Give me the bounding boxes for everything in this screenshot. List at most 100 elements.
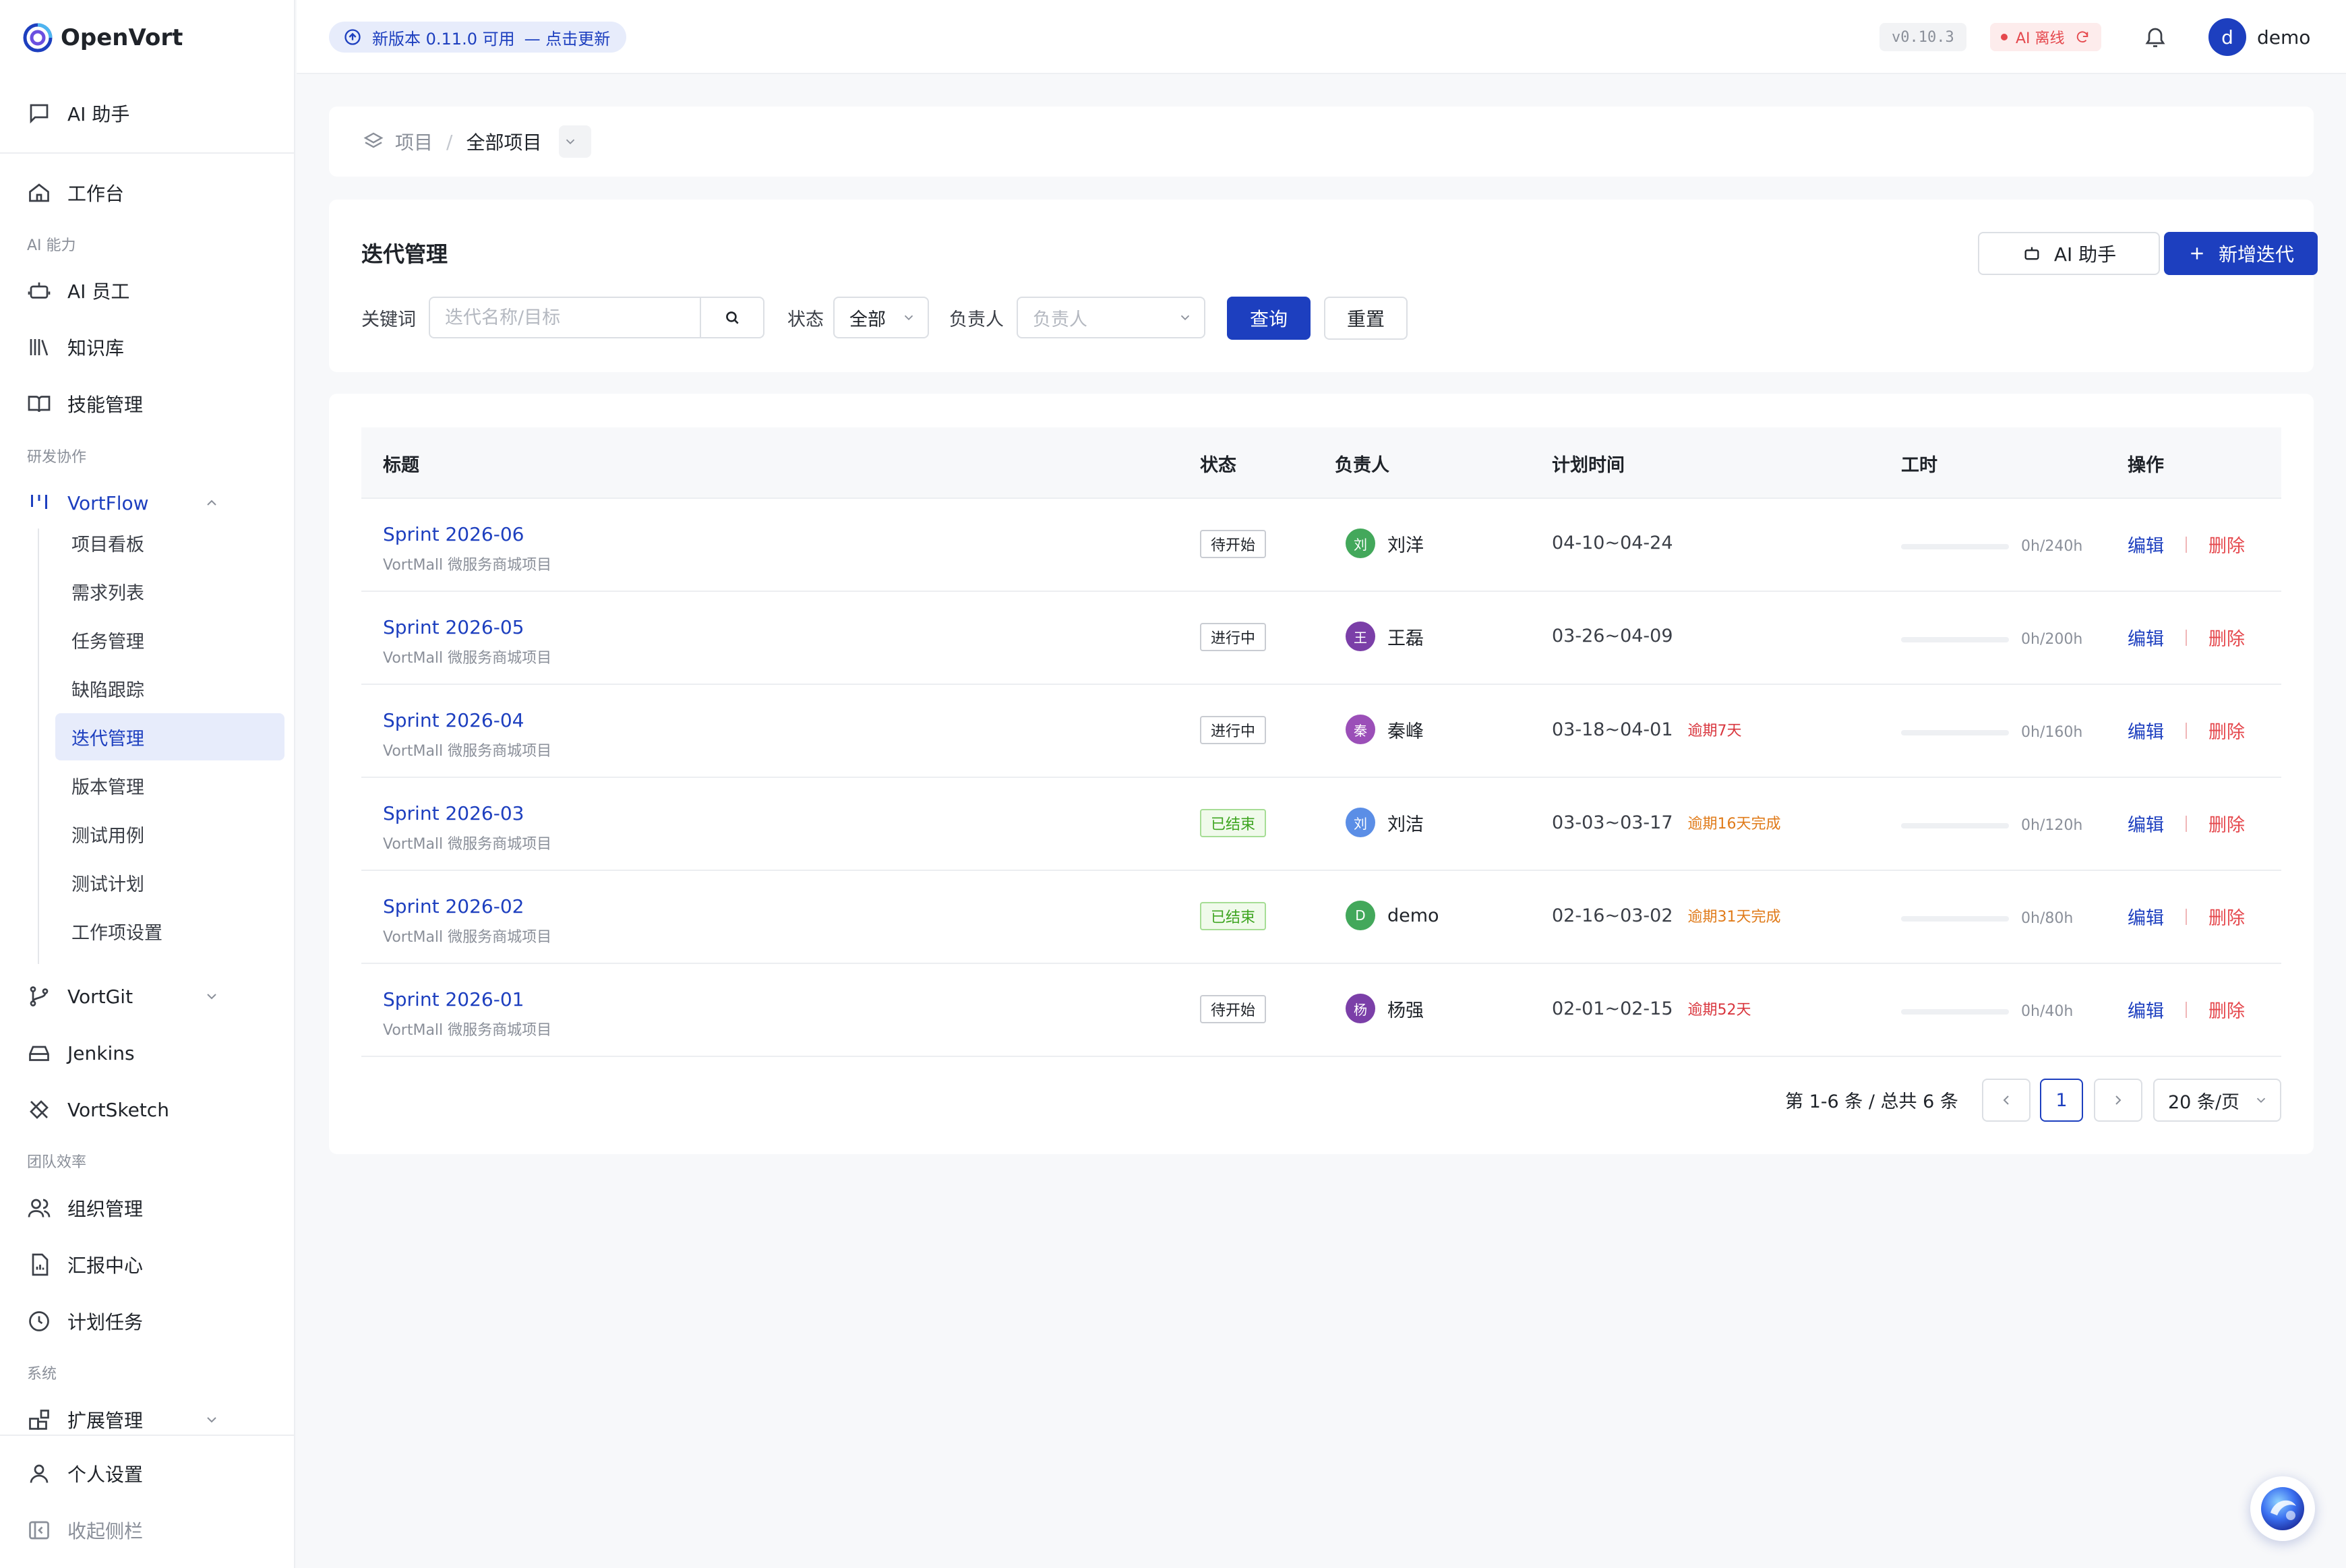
sidebar-subitem[interactable]: 迭代管理 <box>55 713 284 760</box>
sidebar-item-workbench[interactable]: 工作台 <box>26 175 275 210</box>
ai-assistant-button[interactable]: AI 助手 <box>1978 232 2160 275</box>
sidebar-collapse-button[interactable]: 收起侧栏 <box>26 1513 275 1548</box>
keyword-label: 关键词 <box>361 309 416 330</box>
app-logo[interactable]: OpenVort <box>23 20 183 55</box>
sidebar-item-extensions[interactable]: 扩展管理 <box>26 1402 275 1437</box>
sidebar-item-label: 技能管理 <box>67 394 144 416</box>
refresh-icon[interactable] <box>2074 29 2091 45</box>
sidebar-item-ai-assistant[interactable]: AI 助手 <box>26 96 275 131</box>
table-row: Sprint 2026-06 VortMall 微服务商城项目 待开始 刘刘洋 04-1… <box>361 499 2281 592</box>
book-open-icon <box>26 390 53 417</box>
table-row: Sprint 2026-04 VortMall 微服务商城项目 进行中 秦秦峰 03-1… <box>361 685 2281 778</box>
edit-button[interactable]: 编辑 <box>2128 717 2164 744</box>
page-button-current[interactable]: 1 <box>2040 1079 2083 1122</box>
sidebar-subitem[interactable]: 版本管理 <box>55 762 284 809</box>
sidebar-subitem[interactable]: 需求列表 <box>55 568 284 615</box>
add-iteration-button[interactable]: 新增迭代 <box>2164 232 2318 275</box>
floating-ai-button[interactable] <box>2250 1476 2315 1541</box>
sidebar-item-label: 组织管理 <box>67 1198 144 1220</box>
project-dropdown-button[interactable] <box>559 125 592 158</box>
server-icon <box>26 1039 53 1066</box>
delete-button[interactable]: 删除 <box>2208 996 2245 1023</box>
sidebar-subitem[interactable]: 任务管理 <box>55 616 284 663</box>
owner-name: 王磊 <box>1387 628 1424 649</box>
iteration-title-link[interactable]: Sprint 2026-04 <box>383 709 524 731</box>
delete-button[interactable]: 删除 <box>2208 531 2245 557</box>
sidebar-item-label: 知识库 <box>67 337 125 359</box>
hours-cell: 0h/80h <box>1901 910 2073 927</box>
ai-status-text: AI 离线 <box>2016 30 2065 47</box>
edit-button[interactable]: 编辑 <box>2128 996 2164 1023</box>
chevron-down-icon <box>1177 309 1193 326</box>
sidebar-subitem[interactable]: 缺陷跟踪 <box>55 665 284 712</box>
hours-cell: 0h/120h <box>1901 817 2082 834</box>
user-icon <box>26 1460 53 1487</box>
chevron-down-icon[interactable] <box>202 1410 221 1429</box>
ops-separator <box>2186 908 2187 925</box>
prev-page-button[interactable] <box>1982 1079 2031 1122</box>
plan-time: 03-03~03-17 <box>1552 812 1673 833</box>
user-menu[interactable]: d demo <box>2208 18 2310 57</box>
edit-button[interactable]: 编辑 <box>2128 903 2164 930</box>
edit-button[interactable]: 编辑 <box>2128 531 2164 557</box>
sidebar-subitem[interactable]: 测试用例 <box>55 810 284 857</box>
update-banner[interactable]: 新版本 0.11.0 可用 — 点击更新 <box>329 22 627 53</box>
query-button[interactable]: 查询 <box>1227 297 1311 340</box>
section-label-ai: AI 能力 <box>27 237 76 254</box>
update-link[interactable]: — 点击更新 <box>524 26 611 49</box>
sidebar-subitem[interactable]: 测试计划 <box>55 859 284 906</box>
delete-button[interactable]: 删除 <box>2208 717 2245 744</box>
ops-cell: 编辑 删除 <box>2128 810 2245 837</box>
sidebar-item-skills[interactable]: 技能管理 <box>26 386 275 421</box>
iteration-title-link[interactable]: Sprint 2026-03 <box>383 802 524 824</box>
iteration-title-link[interactable]: Sprint 2026-06 <box>383 523 524 545</box>
sidebar-item-ai-staff[interactable]: AI 员工 <box>26 273 275 308</box>
next-page-button[interactable] <box>2094 1079 2142 1122</box>
bell-icon[interactable] <box>2141 23 2169 51</box>
sidebar-item-vortgit[interactable]: VortGit <box>26 979 275 1014</box>
pagination-total: 第 1-6 条 / 总共 6 条 <box>1785 1091 1958 1112</box>
sidebar-subitem[interactable]: 工作项设置 <box>55 907 284 955</box>
page-size-value: 20 条/页 <box>2168 1091 2240 1113</box>
edit-button[interactable]: 编辑 <box>2128 624 2164 651</box>
delete-button[interactable]: 删除 <box>2208 624 2245 651</box>
owner-avatar: 刘 <box>1346 529 1375 558</box>
iteration-table-panel: 标题 状态 负责人 计划时间 工时 操作 Sprint 2026-06 VortM… <box>329 394 2314 1154</box>
page-size-select[interactable]: 20 条/页 <box>2153 1079 2281 1122</box>
robot-icon <box>2022 243 2042 264</box>
delete-button[interactable]: 删除 <box>2208 903 2245 930</box>
sidebar-item-personal[interactable]: 个人设置 <box>26 1456 275 1491</box>
hours-cell: 0h/160h <box>1901 724 2082 741</box>
sidebar-item-org[interactable]: 组织管理 <box>26 1190 275 1226</box>
edit-button[interactable]: 编辑 <box>2128 810 2164 837</box>
upload-circle-icon <box>342 27 363 47</box>
section-label-team: 团队效率 <box>27 1154 87 1171</box>
delete-button[interactable]: 删除 <box>2208 810 2245 837</box>
chevron-up-icon[interactable] <box>202 493 221 512</box>
iteration-title-link[interactable]: Sprint 2026-02 <box>383 895 524 917</box>
status-select[interactable]: 全部 <box>833 297 929 338</box>
search-button[interactable] <box>700 298 763 337</box>
reset-button[interactable]: 重置 <box>1324 297 1408 340</box>
iteration-title-link[interactable]: Sprint 2026-01 <box>383 988 524 1011</box>
keyword-input[interactable] <box>430 298 700 337</box>
breadcrumb-root[interactable]: 项目 <box>395 128 433 155</box>
sidebar-item-vortflow[interactable]: VortFlow <box>26 485 275 520</box>
sidebar-item-jenkins[interactable]: Jenkins <box>26 1035 275 1071</box>
hours-progress-bar <box>1901 822 2009 828</box>
ops-cell: 编辑 删除 <box>2128 531 2245 557</box>
owner-cell: 王王磊 <box>1346 622 1424 651</box>
ops-separator <box>2186 722 2187 739</box>
chevron-down-icon[interactable] <box>202 987 221 1006</box>
ai-status-badge[interactable]: AI 离线 <box>1990 23 2101 51</box>
plan-cell: 04-10~04-24 <box>1552 533 1673 553</box>
sidebar-item-plan-tasks[interactable]: 计划任务 <box>26 1304 275 1339</box>
sidebar-subitem[interactable]: 项目看板 <box>55 519 284 566</box>
hours-label: 0h/80h <box>2021 910 2074 927</box>
owner-select[interactable]: 负责人 <box>1017 297 1205 338</box>
iteration-title-link[interactable]: Sprint 2026-05 <box>383 616 524 638</box>
owner-name: 杨强 <box>1387 1000 1424 1021</box>
sidebar-item-report[interactable]: 汇报中心 <box>26 1247 275 1282</box>
sidebar-item-knowledge[interactable]: 知识库 <box>26 330 275 365</box>
sidebar-item-vortsketch[interactable]: VortSketch <box>26 1092 275 1127</box>
